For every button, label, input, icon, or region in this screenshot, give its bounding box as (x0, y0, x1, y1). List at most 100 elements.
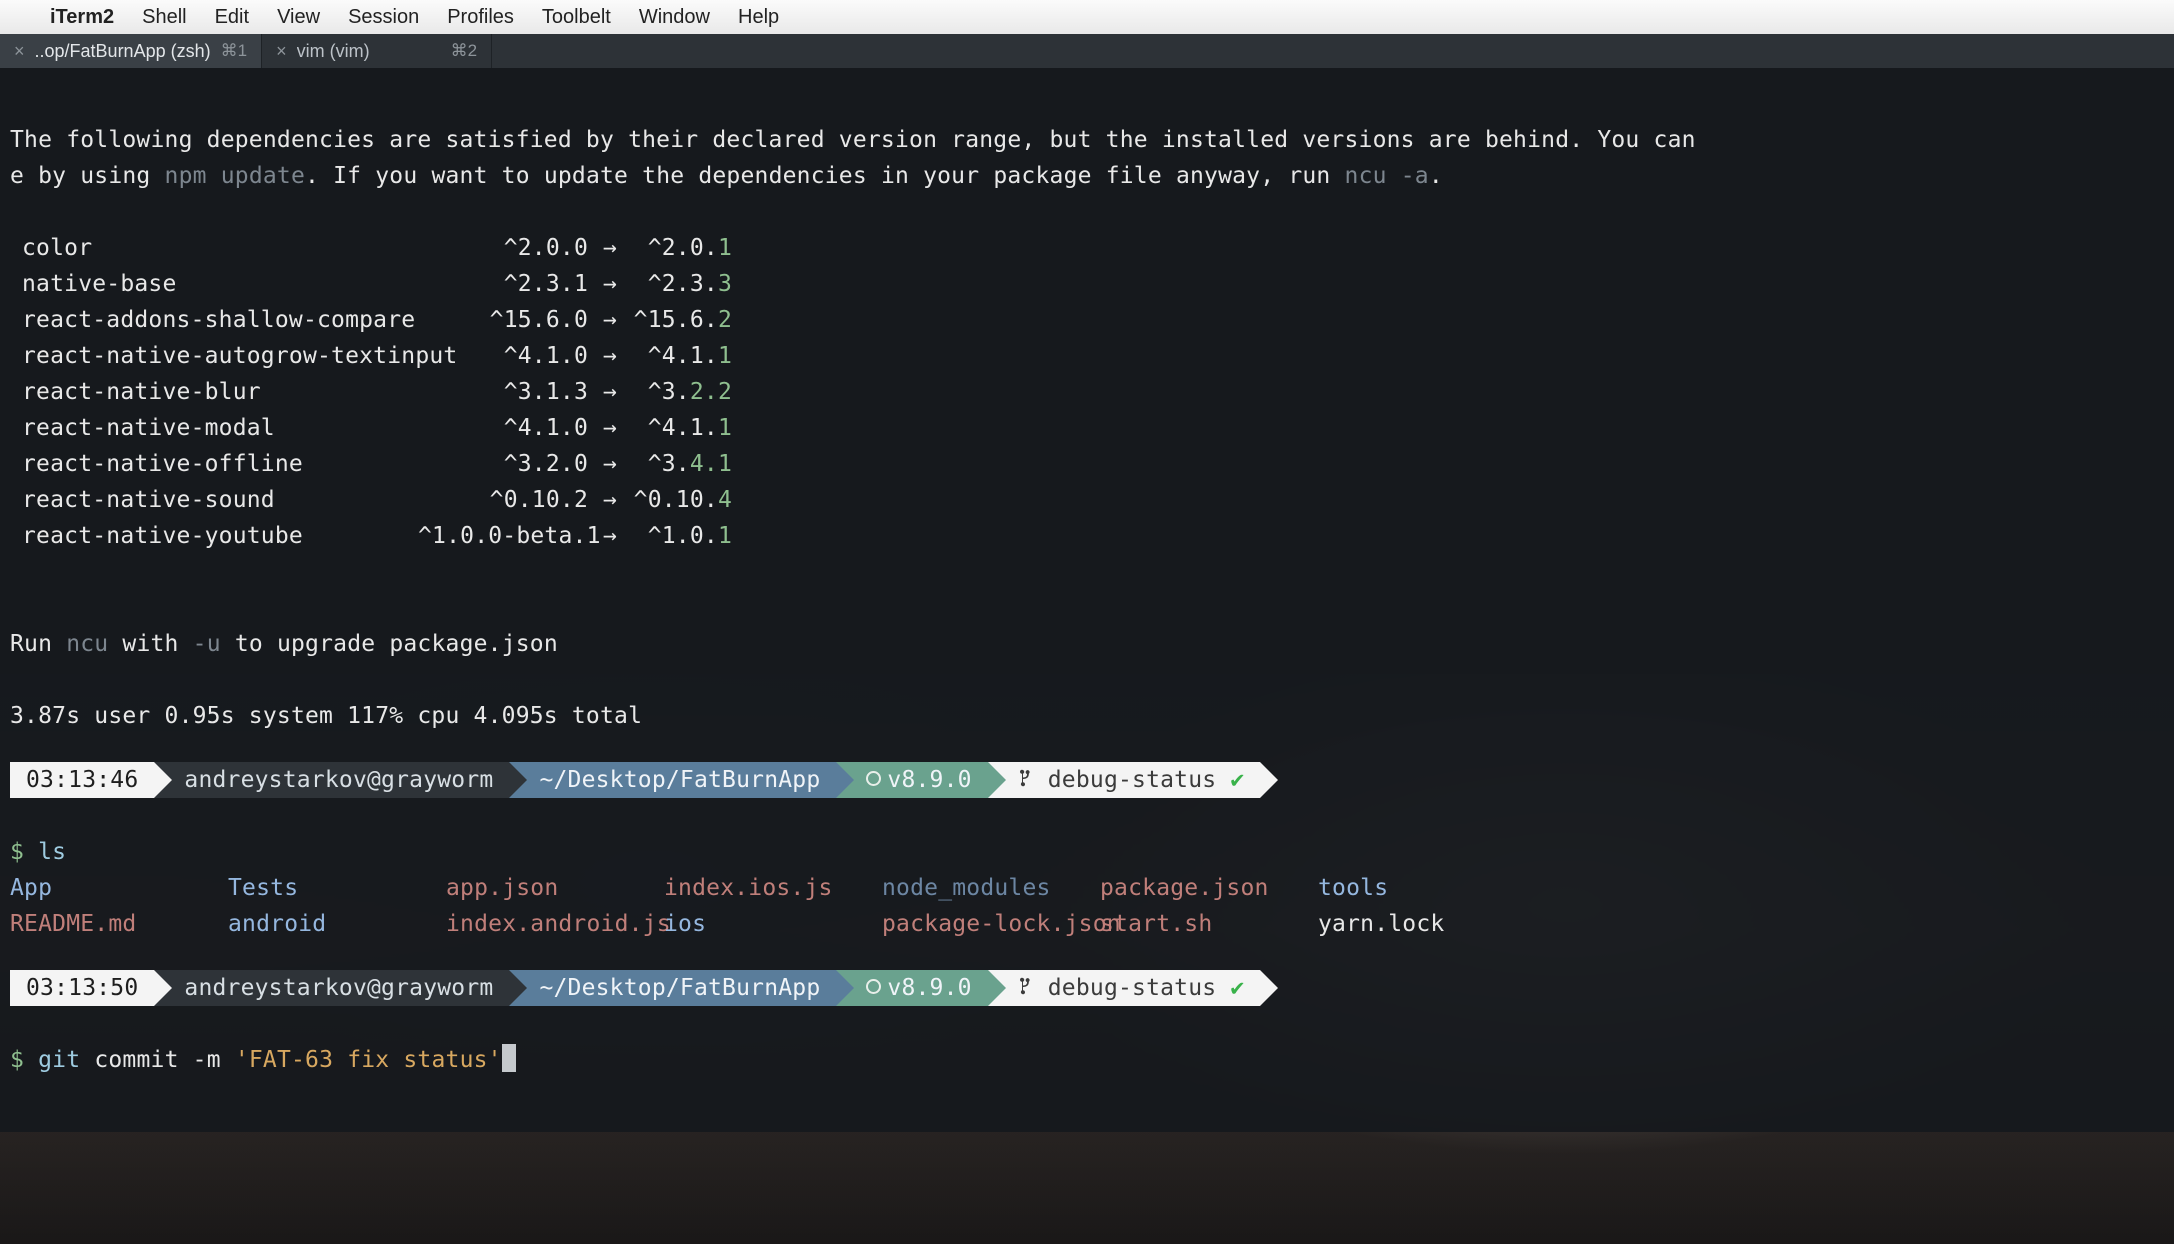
prompt-line-2: 03:13:50 andreystarkov@grayworm ~/Deskto… (10, 970, 2164, 1006)
command-line-ls: $ ls (10, 834, 2164, 870)
dep-from-version: ^2.0.0 (418, 230, 588, 266)
dep-name: react-native-blur (10, 374, 418, 410)
dep-from-version: ^4.1.0 (418, 338, 588, 374)
git-branch-icon (1018, 763, 1034, 799)
arrow-icon: → (588, 302, 632, 338)
dep-to-version: ^0.10.4 (632, 482, 732, 518)
prompt-path: ~/Desktop/FatBurnApp (539, 975, 820, 1001)
tab-vim[interactable]: × vim (vim) ⌘2 (262, 34, 492, 68)
arrow-icon: → (588, 230, 632, 266)
dep-name: color (10, 230, 418, 266)
arrow-icon: → (588, 374, 632, 410)
menu-edit[interactable]: Edit (215, 6, 249, 29)
menu-window[interactable]: Window (639, 6, 710, 29)
macos-menubar: iTerm2 Shell Edit View Session Profiles … (0, 0, 2174, 34)
tab-title: ..op/FatBurnApp (zsh) (35, 41, 211, 62)
prompt-branch-name: debug-status (1048, 767, 1217, 793)
dep-row: react-native-youtube^1.0.0-beta.1→^1.0.1 (10, 518, 2164, 554)
tab-title: vim (vim) (297, 41, 441, 62)
dep-name: react-native-autogrow-textinput (10, 338, 418, 374)
ncu-timing-stats: 3.87s user 0.95s system 117% cpu 4.095s … (10, 703, 642, 729)
dep-from-version: ^3.2.0 (418, 446, 588, 482)
ncu-message-line2c: . (1429, 163, 1443, 189)
menu-session[interactable]: Session (348, 6, 419, 29)
checkmark-icon: ✔ (1230, 975, 1244, 1001)
prompt-userhost: andreystarkov@grayworm (184, 767, 493, 793)
dep-to-version: ^15.6.2 (632, 302, 732, 338)
prompt-node-version: v8.9.0 (887, 975, 971, 1001)
ls-entry: index.ios.js (664, 870, 882, 906)
dep-to-version: ^1.0.1 (632, 518, 732, 554)
ls-entry: ios (664, 906, 882, 942)
prompt-branch-name: debug-status (1048, 975, 1217, 1001)
dep-from-version: ^2.3.1 (418, 266, 588, 302)
dep-to-version: ^4.1.1 (632, 338, 732, 374)
tab-fatburnapp[interactable]: × ..op/FatBurnApp (zsh) ⌘1 (0, 34, 262, 68)
prompt-time: 03:13:50 (26, 975, 138, 1001)
prompt-path-segment: ~/Desktop/FatBurnApp (509, 762, 836, 798)
dep-name: react-native-youtube (10, 518, 418, 554)
dep-row: native-base^2.3.1→^2.3.3 (10, 266, 2164, 302)
terminal-content[interactable]: The following dependencies are satisfied… (0, 68, 2174, 1124)
command-args: commit -m (80, 1047, 235, 1073)
ls-entry: README.md (10, 906, 228, 942)
ncu-run-u: -u (193, 631, 221, 657)
menu-help[interactable]: Help (738, 6, 779, 29)
ls-entry: android (228, 906, 446, 942)
dep-row: react-native-offline^3.2.0→^3.4.1 (10, 446, 2164, 482)
ls-entry: package-lock.json (882, 906, 1100, 942)
dep-to-version: ^4.1.1 (632, 410, 732, 446)
prompt-node-segment: v8.9.0 (836, 762, 987, 798)
dep-to-version: ^2.3.3 (632, 266, 732, 302)
dep-row: react-addons-shallow-compare^15.6.0→^15.… (10, 302, 2164, 338)
ncu-run-ncu: ncu (66, 631, 108, 657)
checkmark-icon: ✔ (1230, 767, 1244, 793)
ls-entry: App (10, 870, 228, 906)
dep-to-version: ^3.2.2 (632, 374, 732, 410)
tab-shortcut: ⌘2 (451, 41, 477, 61)
dep-to-version: ^2.0.1 (632, 230, 732, 266)
menu-toolbelt[interactable]: Toolbelt (542, 6, 611, 29)
dep-name: react-addons-shallow-compare (10, 302, 418, 338)
arrow-icon: → (588, 266, 632, 302)
command-string: 'FAT-63 fix status' (235, 1047, 502, 1073)
close-icon[interactable]: × (14, 41, 25, 62)
dep-name: native-base (10, 266, 418, 302)
arrow-icon: → (588, 446, 632, 482)
arrow-icon: → (588, 410, 632, 446)
terminal-cursor (502, 1044, 516, 1072)
command-line-git-commit[interactable]: $ git commit -m 'FAT-63 fix status' (10, 1042, 2164, 1078)
prompt-path-segment: ~/Desktop/FatBurnApp (509, 970, 836, 1006)
dep-row: react-native-sound^0.10.2→^0.10.4 (10, 482, 2164, 518)
dep-from-version: ^0.10.2 (418, 482, 588, 518)
ls-output-grid: AppTestsapp.jsonindex.ios.jsnode_modules… (10, 870, 2164, 942)
dep-name: react-native-offline (10, 446, 418, 482)
prompt-time-segment: 03:13:46 (10, 762, 154, 798)
ncu-message-line1: The following dependencies are satisfied… (10, 127, 1710, 153)
node-ring-icon (866, 979, 881, 994)
node-ring-icon (866, 771, 881, 786)
dep-row: react-native-modal^4.1.0→^4.1.1 (10, 410, 2164, 446)
ls-entry: index.android.js (446, 906, 664, 942)
menu-shell[interactable]: Shell (142, 6, 186, 29)
ncu-message-line2a: e by using (10, 163, 165, 189)
ls-entry: Tests (228, 870, 446, 906)
dep-from-version: ^15.6.0 (418, 302, 588, 338)
dep-name: react-native-modal (10, 410, 418, 446)
prompt-branch-segment: debug-status ✔ (988, 762, 1261, 798)
menu-profiles[interactable]: Profiles (447, 6, 514, 29)
close-icon[interactable]: × (276, 41, 287, 62)
ls-entry: node_modules (882, 870, 1100, 906)
prompt-userhost-segment: andreystarkov@grayworm (154, 970, 509, 1006)
git-branch-icon (1018, 971, 1034, 1007)
ls-entry: tools (1318, 870, 1536, 906)
menu-view[interactable]: View (277, 6, 320, 29)
ls-entry: app.json (446, 870, 664, 906)
terminal-window: The following dependencies are satisfied… (0, 68, 2174, 1132)
prompt-node-version: v8.9.0 (887, 767, 971, 793)
dep-from-version: ^4.1.0 (418, 410, 588, 446)
dep-to-version: ^3.4.1 (632, 446, 732, 482)
ls-entry: start.sh (1100, 906, 1318, 942)
ncu-message-line2b: . If you want to update the dependencies… (305, 163, 1345, 189)
menubar-app-name[interactable]: iTerm2 (50, 6, 114, 29)
